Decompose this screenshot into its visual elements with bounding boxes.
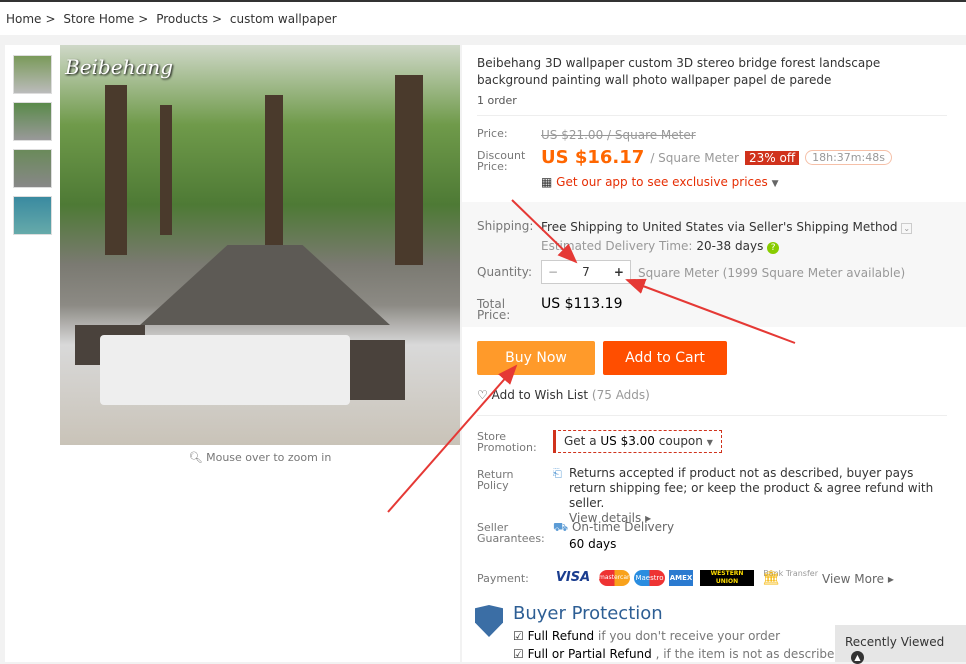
arrow-to-buy-now xyxy=(387,364,518,513)
arrow-to-quantity xyxy=(511,199,578,264)
arrow-to-increase xyxy=(625,278,796,344)
annotation-arrows xyxy=(387,199,796,513)
